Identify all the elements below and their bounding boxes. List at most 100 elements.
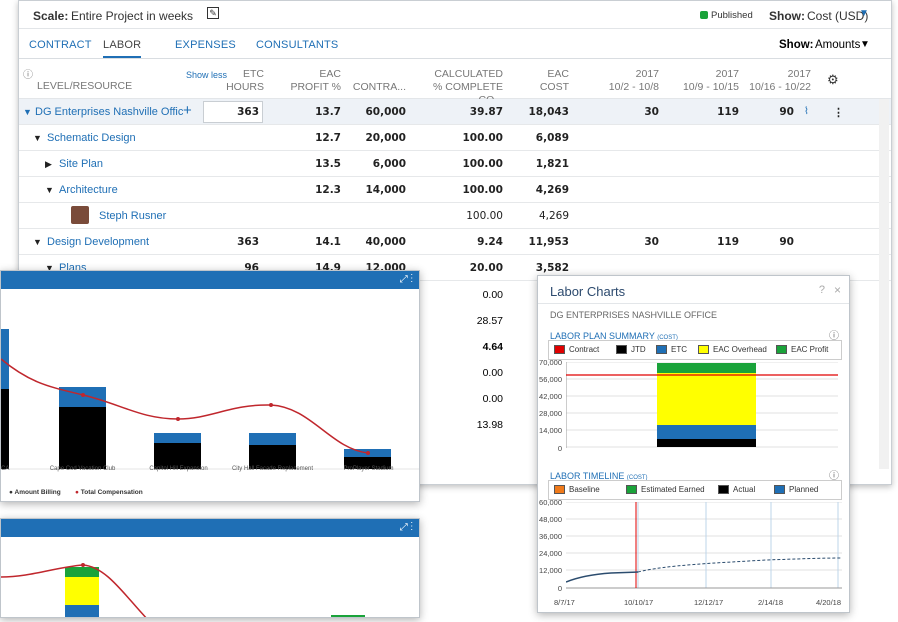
tab-contract[interactable]: CONTRACT bbox=[29, 39, 92, 51]
pct-cell: 0.00 bbox=[482, 393, 503, 405]
help-icon[interactable]: ? bbox=[819, 284, 825, 296]
tab-consultants[interactable]: CONSULTANTS bbox=[256, 39, 338, 51]
table-row[interactable]: ▼ Design Development 363 14.1 40,000 9.2… bbox=[19, 229, 891, 255]
x-tick: 10/10/17 bbox=[624, 598, 654, 607]
tab-bar: CONTRACT LABOR EXPENSES CONSULTANTS Show… bbox=[19, 29, 891, 59]
tab-labor[interactable]: LABOR bbox=[103, 39, 142, 58]
category-label: City Hall Facade Replacement bbox=[231, 466, 314, 472]
y-tick: 0 bbox=[557, 584, 562, 593]
line-point bbox=[269, 403, 273, 407]
pct-cell: 28.57 bbox=[476, 315, 503, 327]
pct-cell: 13.98 bbox=[476, 419, 503, 431]
table-row[interactable]: ▼ Schematic Design 12.7 20,000 100.00 6,… bbox=[19, 125, 891, 151]
column-contract: CONTRA... bbox=[352, 81, 406, 93]
column-etc-hours: ETC HOURS bbox=[226, 68, 264, 93]
table-row[interactable]: ▼ Architecture 12.3 14,000 100.00 4,269 bbox=[19, 177, 891, 203]
legend-item: Planned bbox=[774, 485, 818, 494]
show-label: Show: bbox=[769, 9, 805, 23]
bar-overhead bbox=[65, 577, 99, 605]
published-status-icon bbox=[700, 11, 708, 19]
bar-planned bbox=[154, 433, 201, 443]
column-week-2: 2017 10/9 - 10/15 bbox=[682, 68, 739, 93]
billing-chart-window: ⤢ ⋮ CA Cape Cod Vacation Club Capitol Hi… bbox=[0, 270, 420, 502]
column-level: LEVEL/RESOURCE bbox=[37, 80, 133, 92]
table-header: ⓘ LEVEL/RESOURCE Show less ETC HOURS EAC P… bbox=[19, 63, 891, 106]
pct-cell: 0.00 bbox=[482, 367, 503, 379]
legend-item: Actual bbox=[718, 485, 755, 494]
table-row[interactable]: ▼ DG Enterprises Nashville Offic + 363 1… bbox=[19, 99, 891, 125]
expand-icon[interactable]: ⤢ ⋮ bbox=[400, 522, 413, 533]
window-titlebar: ⤢ ⋮ bbox=[1, 271, 419, 289]
legend-item: ● Amount Billing bbox=[9, 489, 61, 496]
bar-profit bbox=[331, 615, 365, 618]
bar-planned bbox=[249, 433, 296, 445]
scale-bar: Scale: Entire Project in weeks ✎ Publish… bbox=[19, 1, 891, 29]
y-tick: 14,000 bbox=[539, 426, 562, 435]
y-tick: 28,000 bbox=[539, 409, 562, 418]
legend-item: ● Total Compensation bbox=[75, 489, 143, 496]
y-tick: 48,000 bbox=[539, 515, 562, 524]
y-tick: 0 bbox=[557, 444, 562, 453]
add-icon[interactable]: + bbox=[183, 102, 192, 119]
legend-item: Contract bbox=[554, 345, 599, 354]
y-tick: 36,000 bbox=[539, 532, 562, 541]
chart-icon[interactable]: ⌇ bbox=[804, 106, 809, 117]
chevron-down-icon[interactable]: ▼ bbox=[860, 39, 870, 50]
line-point bbox=[366, 451, 370, 455]
more-icon[interactable]: ⋮ bbox=[833, 106, 844, 119]
x-tick: 2/14/18 bbox=[758, 598, 784, 607]
amounts-show-label: Show: bbox=[779, 39, 814, 51]
legend-item: Baseline bbox=[554, 485, 600, 494]
column-week-1: 2017 10/2 - 10/8 bbox=[608, 68, 659, 93]
y-tick: 56,000 bbox=[539, 375, 562, 384]
close-icon[interactable]: × bbox=[834, 283, 841, 297]
y-tick: 24,000 bbox=[539, 549, 562, 558]
scale-label: Scale: bbox=[33, 9, 69, 23]
y-tick: 70,000 bbox=[539, 358, 562, 367]
column-week-3: 2017 10/16 - 10/22 bbox=[749, 68, 811, 93]
x-tick: 8/7/17 bbox=[554, 598, 575, 607]
legend-item: JTD bbox=[616, 345, 646, 354]
bar-billing bbox=[59, 407, 106, 469]
pct-cell: 0.00 bbox=[482, 289, 503, 301]
gear-icon[interactable]: ⚙ bbox=[827, 73, 839, 86]
column-eac-profit: EAC PROFIT % bbox=[290, 68, 341, 93]
plan-summary-chart bbox=[566, 362, 838, 448]
y-tick: 12,000 bbox=[539, 566, 562, 575]
line-point bbox=[176, 417, 180, 421]
amounts-dropdown[interactable]: Amounts bbox=[815, 39, 860, 51]
published-status: Published bbox=[711, 10, 753, 21]
bar-etc bbox=[65, 605, 99, 617]
bar-eac-profit bbox=[657, 363, 756, 373]
line-point bbox=[81, 563, 85, 567]
column-eac-cost: EAC COST bbox=[539, 68, 569, 93]
category-label: Capitol Hill Expansion bbox=[149, 466, 208, 472]
bar-billing bbox=[1, 389, 9, 469]
category-label: CA bbox=[1, 466, 10, 472]
avatar bbox=[71, 206, 89, 224]
scale-value: Entire Project in weeks bbox=[71, 9, 194, 23]
bar-planned bbox=[59, 387, 106, 407]
edit-icon[interactable]: ✎ bbox=[207, 7, 219, 19]
dialog-title: Labor Charts bbox=[550, 284, 626, 299]
legend-item: EAC Profit bbox=[776, 345, 828, 354]
category-label: Cape Cod Vacation Club bbox=[49, 466, 116, 472]
category-label: ProPlayer Stadium bbox=[343, 466, 394, 472]
x-tick: 12/12/17 bbox=[694, 598, 724, 607]
table-row[interactable]: Steph Rusner 100.00 4,269 bbox=[19, 203, 891, 229]
legend-item: ETC bbox=[656, 345, 687, 354]
bar-jtd bbox=[657, 439, 756, 447]
dialog-subtitle: DG ENTERPRISES NASHVILLE OFFICE bbox=[550, 310, 718, 320]
window-titlebar: ⤢ ⋮ bbox=[1, 519, 419, 537]
line-point bbox=[81, 393, 85, 397]
expand-icon[interactable]: ⤢ ⋮ bbox=[400, 274, 413, 285]
vertical-scrollbar[interactable] bbox=[879, 99, 889, 469]
chevron-down-icon[interactable]: ▼ bbox=[859, 8, 869, 19]
legend-item: Estimated Earned bbox=[626, 485, 705, 494]
bar-planned bbox=[1, 329, 9, 389]
table-row[interactable]: ▶ Site Plan 13.5 6,000 100.00 1,821 bbox=[19, 151, 891, 177]
info-icon[interactable]: ⓘ bbox=[23, 69, 33, 82]
x-tick: 4/20/18 bbox=[816, 598, 842, 607]
labor-timeline-chart bbox=[566, 502, 842, 589]
tab-expenses[interactable]: EXPENSES bbox=[175, 39, 236, 51]
